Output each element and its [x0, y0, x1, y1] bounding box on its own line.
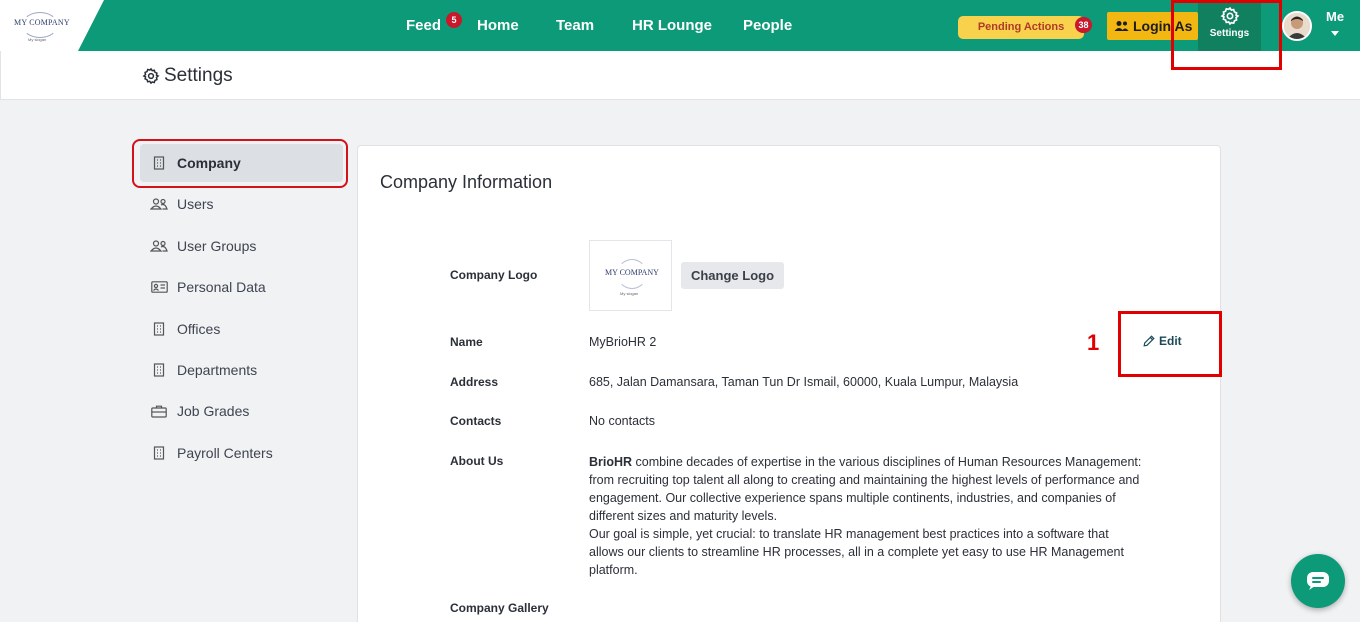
sidebar-item-personal-data[interactable]: Personal Data [140, 268, 343, 306]
sidebar-item-users[interactable]: Users [140, 185, 343, 223]
company-logo-preview: MY COMPANY My slogan [589, 240, 672, 311]
company-gallery-label: Company Gallery [450, 601, 549, 615]
avatar[interactable] [1282, 11, 1312, 41]
building-icon [150, 446, 168, 460]
company-logo[interactable]: MY COMPANY My slogan [0, 0, 104, 51]
sidebar-item-user-groups[interactable]: User Groups [140, 227, 343, 265]
pending-actions-badge: 38 [1075, 17, 1092, 33]
nav-team[interactable]: Team [556, 17, 594, 34]
address-label: Address [450, 375, 499, 389]
about-us-label: About Us [450, 454, 504, 468]
users-icon [150, 197, 168, 211]
page-title-text: Settings [164, 65, 233, 86]
about-paragraph-1: BrioHR combine decades of expertise in t… [589, 453, 1144, 525]
name-value: MyBrioHR 2 [589, 335, 657, 349]
top-navbar: MY COMPANY My slogan Feed 5 Home Team HR… [0, 0, 1360, 51]
card-title: Company Information [380, 172, 553, 192]
sidebar-item-label: Job Grades [177, 403, 250, 419]
sidebar-item-offices[interactable]: Offices [140, 310, 343, 348]
page-header: Settings [0, 51, 1360, 100]
sidebar-item-payroll-centers[interactable]: Payroll Centers [140, 434, 343, 472]
chevron-down-icon[interactable] [1331, 31, 1339, 36]
sidebar-item-label: Payroll Centers [177, 445, 273, 461]
me-menu[interactable]: Me [1326, 9, 1344, 24]
sidebar-item-departments[interactable]: Departments [140, 351, 343, 389]
annotation-step-number: 1 [1087, 330, 1100, 355]
sidebar-item-label: Offices [177, 321, 221, 337]
about-p1: combine decades of expertise in the vari… [589, 455, 1142, 523]
building-icon [150, 322, 168, 336]
sidebar-item-label: User Groups [177, 238, 257, 254]
gear-icon [142, 67, 160, 85]
sidebar-item-label: Departments [177, 362, 258, 378]
nav-feed[interactable]: Feed [406, 17, 441, 34]
sidebar-item-label: Users [177, 196, 214, 212]
address-value: 685, Jalan Damansara, Taman Tun Dr Ismai… [589, 375, 1019, 389]
nav-hr-lounge[interactable]: HR Lounge [632, 17, 712, 34]
change-logo-button[interactable]: Change Logo [681, 262, 784, 289]
annotation-company-highlight [132, 139, 348, 188]
sidebar-item-job-grades[interactable]: Job Grades [140, 392, 343, 430]
users-icon [1114, 13, 1129, 41]
logo-preview-slogan: My slogan [620, 291, 639, 296]
annotation-edit-box [1118, 311, 1222, 377]
users-icon [150, 239, 168, 253]
name-label: Name [450, 335, 483, 349]
about-paragraph-2: Our goal is simple, yet crucial: to tran… [589, 527, 1124, 577]
sidebar-item-label: Personal Data [177, 279, 266, 295]
nav-people[interactable]: People [743, 17, 792, 34]
chat-button[interactable] [1291, 554, 1345, 608]
annotation-settings-box [1171, 0, 1282, 70]
company-logo-label: Company Logo [450, 268, 538, 282]
company-info-card: Company Information Company Logo MY COMP… [357, 145, 1221, 622]
logo-text: MY COMPANY [14, 18, 70, 27]
building-icon [150, 363, 168, 377]
about-brand: BrioHR [589, 455, 633, 469]
logo-slogan: My slogan [28, 37, 47, 42]
logo-arc-icon [617, 259, 647, 289]
nav-home[interactable]: Home [477, 17, 519, 34]
about-us-text: BrioHR combine decades of expertise in t… [589, 453, 1144, 579]
chat-icon [1306, 571, 1330, 596]
briefcase-icon [150, 404, 168, 418]
id-card-icon [150, 280, 168, 294]
page-title: Settings [142, 65, 233, 87]
pending-actions-button[interactable]: Pending Actions [958, 16, 1084, 39]
feed-badge: 5 [446, 12, 462, 28]
contacts-value: No contacts [589, 414, 656, 428]
contacts-label: Contacts [450, 414, 502, 428]
